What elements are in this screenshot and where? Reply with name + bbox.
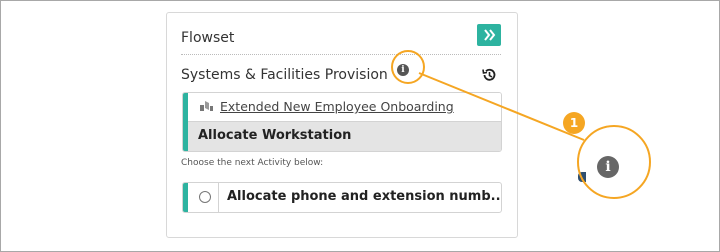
info-icon-zoomed: i: [597, 156, 619, 178]
step-badge: 1: [563, 112, 585, 134]
option-divider: [218, 183, 219, 212]
option-radio[interactable]: [199, 191, 211, 203]
divider: [181, 54, 501, 55]
current-activity-card: Extended New Employee Onboarding Allocat…: [182, 92, 502, 152]
section-title: Systems & Facilities Provision: [181, 67, 388, 83]
double-chevron-right-icon: [484, 29, 496, 41]
option-label: Allocate phone and extension numb...: [227, 189, 502, 204]
flow-icon: [200, 101, 213, 111]
callout-ring-small: [391, 50, 425, 84]
next-activity-hint: Choose the next Activity below:: [181, 158, 324, 168]
flowset-title: Flowset: [181, 30, 235, 46]
active-activity-label: Allocate Workstation: [198, 128, 352, 143]
flow-link[interactable]: Extended New Employee Onboarding: [220, 99, 454, 114]
active-activity-row: Allocate Workstation: [188, 121, 501, 151]
flowset-panel: Flowset Systems & Facilities Provision i…: [166, 12, 518, 238]
history-icon[interactable]: [481, 67, 497, 83]
collapse-panel-button[interactable]: [477, 24, 501, 46]
flow-row: Extended New Employee Onboarding: [188, 93, 501, 120]
option-accent: [183, 183, 188, 212]
next-activity-option[interactable]: Allocate phone and extension numb...: [182, 182, 502, 213]
